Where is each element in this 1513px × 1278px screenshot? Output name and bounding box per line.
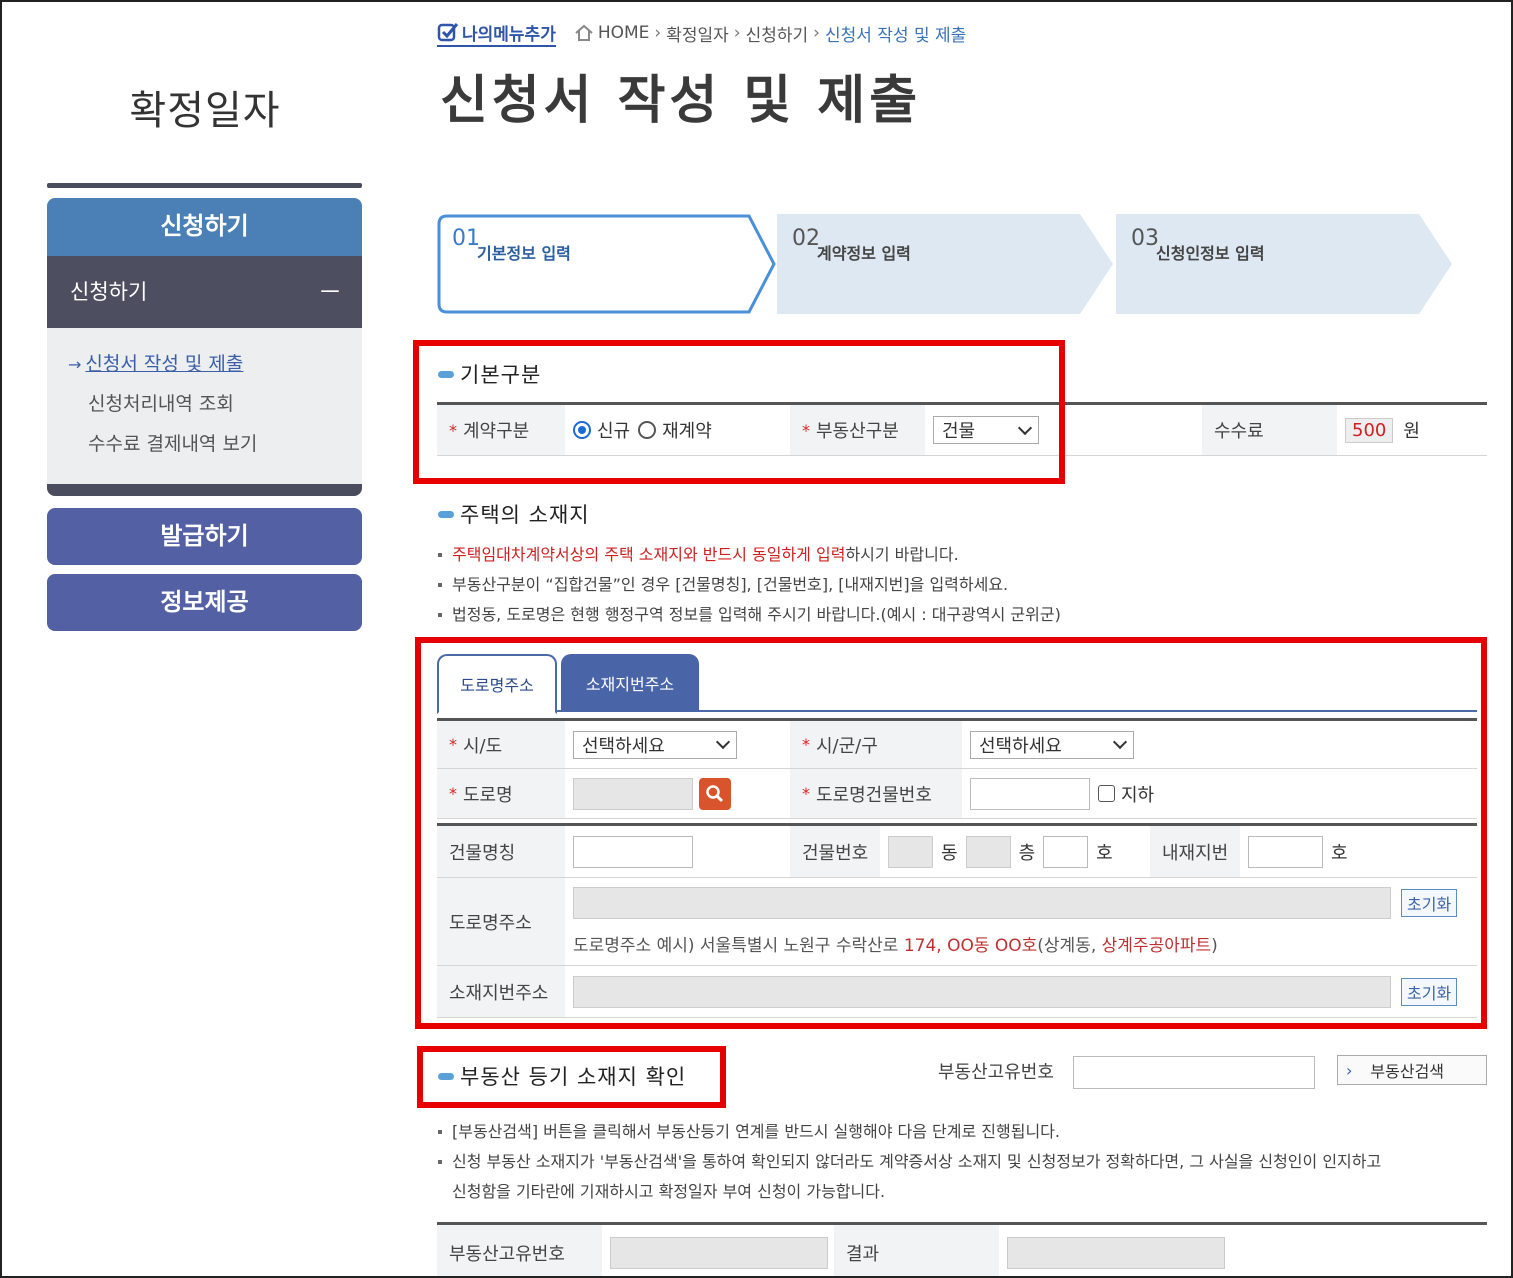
page-title: 신청서 작성 및 제출	[440, 71, 922, 131]
link-write-application[interactable]: → 신청서 작성 및 제출	[47, 348, 362, 388]
crumb-home[interactable]: HOME	[598, 23, 650, 43]
check-icon	[437, 23, 459, 42]
submenu-apply[interactable]: 신청하기 －	[47, 256, 362, 328]
location-notes: 주택임대차계약서상의 주택 소재지와 반드시 동일하게 입력하시기 바랍니다. …	[438, 540, 1061, 630]
registry-notes: [부동산검색] 버튼을 클릭해서 부동산등기 연계를 반드시 실행해야 다음 단…	[438, 1117, 1381, 1177]
crumb-apply[interactable]: 신청하기	[746, 21, 809, 46]
submenu-label: 신청하기	[70, 280, 148, 304]
home-icon	[575, 24, 593, 41]
crumb-fixed-date[interactable]: 확정일자	[666, 21, 729, 46]
uid-label: 부동산고유번호	[938, 1062, 1054, 1083]
submenu-links: → 신청서 작성 및 제출 신청처리내역 조회 수수료 결제내역 보기	[47, 328, 362, 484]
divider	[47, 183, 362, 188]
menu-apply[interactable]: 신청하기	[47, 198, 362, 256]
registry-table: 부동산고유번호 결과	[437, 1222, 1487, 1278]
link-fee-history[interactable]: 수수료 결제내역 보기	[47, 428, 362, 468]
step-1: 01 기본정보 입력	[437, 214, 777, 314]
property-uid-input[interactable]	[1073, 1056, 1315, 1089]
link-process-history[interactable]: 신청처리내역 조회	[47, 388, 362, 428]
menu-issue[interactable]: 발급하기	[47, 508, 362, 565]
menu-info[interactable]: 정보제공	[47, 574, 362, 631]
section-location-title: 주택의 소재지	[438, 499, 590, 529]
crumb-current: 신청서 작성 및 제출	[824, 25, 967, 46]
highlight-basic	[413, 340, 1065, 484]
step-2: 02 계약정보 입력	[777, 214, 1117, 314]
highlight-registry	[417, 1046, 726, 1108]
highlight-address	[415, 637, 1487, 1029]
registry-result-output	[1007, 1236, 1225, 1269]
property-search-button[interactable]: › 부동산검색	[1337, 1055, 1487, 1085]
breadcrumb: 나의메뉴추가 HOME › 확정일자 › 신청하기 › 신청서 작성 및 제출	[437, 20, 967, 47]
fee-value: 500	[1345, 417, 1394, 443]
bullet-icon	[438, 510, 454, 518]
collapse-icon[interactable]: －	[318, 256, 342, 328]
arrow-right-icon: →	[68, 355, 82, 374]
add-my-menu-button[interactable]: 나의메뉴추가	[437, 20, 556, 47]
registry-uid-output	[610, 1236, 828, 1269]
section-title: 확정일자	[129, 88, 281, 134]
step-3: 03 신청인정보 입력	[1116, 214, 1456, 314]
menu-bottom-bar	[47, 484, 362, 496]
chevron-right-icon: ›	[1346, 1060, 1353, 1080]
